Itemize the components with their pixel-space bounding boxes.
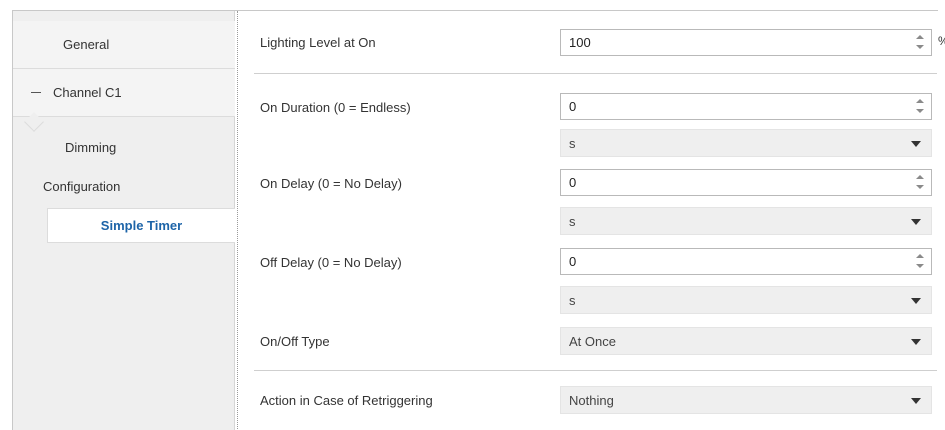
onoff-type-label: On/Off Type xyxy=(260,334,330,349)
chevron-down-icon xyxy=(911,219,921,225)
chevron-down-icon xyxy=(911,398,921,404)
on-delay-row: On Delay (0 = No Delay) 0 xyxy=(238,169,938,199)
onoff-type-select[interactable]: At Once xyxy=(560,327,932,355)
off-delay-unit-select[interactable]: s xyxy=(560,286,932,314)
on-duration-value: 0 xyxy=(569,99,577,114)
app-window: General Channel C1 Dimming Configuration… xyxy=(12,10,945,430)
sidebar-item-general[interactable]: General xyxy=(13,21,235,69)
on-delay-spinbox[interactable]: 0 xyxy=(560,169,932,196)
sidebar-item-dimming[interactable]: Dimming xyxy=(13,127,235,167)
on-delay-unit-value: s xyxy=(569,214,576,229)
on-delay-value: 0 xyxy=(569,175,577,190)
spinner-arrows-icon[interactable] xyxy=(916,99,924,115)
lighting-level-unit: % xyxy=(938,34,945,48)
off-delay-value: 0 xyxy=(569,254,577,269)
on-delay-unit-select[interactable]: s xyxy=(560,207,932,235)
onoff-type-row: On/Off Type At Once xyxy=(238,327,938,357)
on-duration-unit-select[interactable]: s xyxy=(560,129,932,157)
collapse-icon[interactable] xyxy=(31,92,41,93)
sidebar-item-label: General xyxy=(63,37,110,52)
sidebar-item-label: Simple Timer xyxy=(100,218,183,233)
sidebar-item-channel-c1[interactable]: Channel C1 xyxy=(13,69,235,117)
spinner-arrows-icon[interactable] xyxy=(916,175,924,191)
lighting-level-label: Lighting Level at On xyxy=(260,35,376,50)
sidebar-item-simple-timer[interactable]: Simple Timer xyxy=(47,208,235,243)
off-delay-label: Off Delay (0 = No Delay) xyxy=(260,255,402,270)
sidebar-item-label: Dimming xyxy=(65,139,117,155)
on-duration-spinbox[interactable]: 0 xyxy=(560,93,932,120)
sidebar-item-label: Channel C1 xyxy=(53,85,122,100)
chevron-down-icon xyxy=(911,339,921,345)
sidebar: General Channel C1 Dimming Configuration… xyxy=(13,11,235,430)
on-delay-label: On Delay (0 = No Delay) xyxy=(260,176,402,191)
on-duration-unit-value: s xyxy=(569,136,576,151)
sidebar-item-configuration[interactable]: Configuration xyxy=(13,166,235,206)
lighting-level-spinbox[interactable]: 100 xyxy=(560,29,932,56)
lighting-level-row: Lighting Level at On 100 % xyxy=(238,28,945,58)
retrigger-value: Nothing xyxy=(569,393,614,408)
off-delay-spinbox[interactable]: 0 xyxy=(560,248,932,275)
chevron-down-icon xyxy=(911,141,921,147)
onoff-type-value: At Once xyxy=(569,334,616,349)
divider xyxy=(254,370,937,371)
retrigger-label: Action in Case of Retriggering xyxy=(260,393,433,408)
retrigger-row: Action in Case of Retriggering Nothing xyxy=(238,386,938,416)
chevron-down-icon xyxy=(911,298,921,304)
on-duration-label: On Duration (0 = Endless) xyxy=(260,100,411,115)
retrigger-select[interactable]: Nothing xyxy=(560,386,932,414)
off-delay-unit-value: s xyxy=(569,293,576,308)
on-duration-row: On Duration (0 = Endless) 0 xyxy=(238,93,938,123)
spinner-arrows-icon[interactable] xyxy=(916,35,924,51)
off-delay-row: Off Delay (0 = No Delay) 0 xyxy=(238,248,938,278)
lighting-level-value: 100 xyxy=(569,35,591,50)
divider xyxy=(254,73,937,74)
spinner-arrows-icon[interactable] xyxy=(916,254,924,270)
parameters-panel: Lighting Level at On 100 % On Duration (… xyxy=(237,11,945,430)
sidebar-item-label: Configuration xyxy=(43,178,121,194)
